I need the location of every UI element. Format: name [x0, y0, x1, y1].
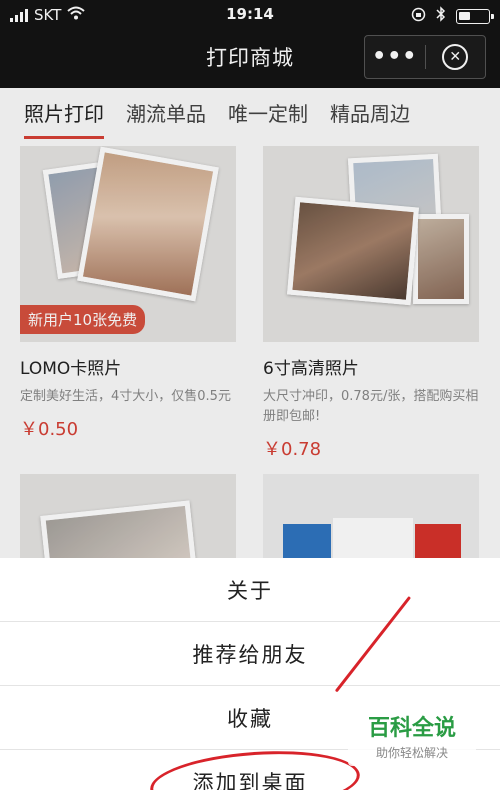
watermark: 百科全说 助你轻松解决 — [348, 704, 476, 766]
menu-item-share[interactable]: 推荐给朋友 — [0, 622, 500, 686]
watermark-title: 百科全说 — [367, 716, 456, 741]
menu-item-about[interactable]: 关于 — [0, 558, 500, 622]
watermark-subtitle: 助你轻松解决 — [375, 746, 448, 760]
